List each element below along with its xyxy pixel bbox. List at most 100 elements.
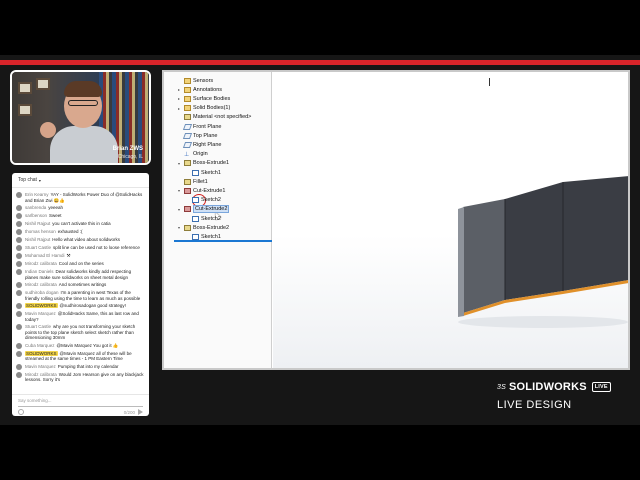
chat-message-list[interactable]: Erin Kearny YAY - SolidWorks Power Duo of… — [12, 188, 149, 394]
tree-item-label: Surface Bodies — [193, 95, 231, 102]
send-icon[interactable] — [138, 409, 143, 415]
model-front-face[interactable] — [505, 176, 629, 300]
chat-message: Mirodz calibrata Would Jom Hearson give o… — [16, 371, 145, 383]
model-fillet — [458, 207, 464, 317]
tree-item[interactable]: ▸ Solid Bodies(1) — [178, 104, 230, 113]
tree-item[interactable]: ▸ Annotations — [178, 85, 222, 94]
chat-text: @sudhirosadogan good strategy! — [59, 303, 126, 308]
chat-author[interactable]: Nishil Rajput — [25, 237, 50, 242]
chat-author[interactable]: Stuart Castle — [25, 245, 51, 250]
avatar-icon[interactable] — [16, 342, 22, 349]
chat-message: Stuart Castle split line can be used not … — [16, 245, 145, 251]
avatar-icon[interactable] — [16, 282, 22, 288]
chat-author[interactable]: Nishil Rajput — [25, 221, 50, 226]
tree-item[interactable]: Sketch2 — [186, 196, 221, 205]
avatar-icon[interactable] — [16, 350, 22, 357]
chat-author[interactable]: thomas henson — [25, 229, 56, 234]
tree-item[interactable]: ▾ Cut-Extrude1 — [178, 186, 225, 195]
tree-item[interactable]: Sketch1 — [186, 232, 221, 241]
avatar-icon[interactable] — [16, 205, 22, 211]
avatar-icon[interactable] — [16, 245, 22, 251]
chat-author[interactable]: Mavin Marquez — [25, 311, 56, 316]
chat-author[interactable]: Indian Daniels — [25, 269, 54, 274]
avatar-icon[interactable] — [16, 371, 22, 378]
avatar-icon[interactable] — [16, 229, 22, 235]
graphics-area[interactable] — [273, 72, 630, 368]
chat-author[interactable]: SOLIDWORKS — [25, 303, 58, 308]
tree-item-label: Cut-Extrude2 — [193, 205, 230, 214]
avatar-icon[interactable] — [16, 311, 22, 317]
chat-message: Mirodz calibrata And sometimes writings — [16, 282, 145, 288]
tree-item[interactable]: ▸ Surface Bodies — [178, 94, 230, 103]
chat-author[interactable]: Cuba Marquez — [25, 343, 55, 348]
chat-text: yeeeah — [48, 205, 64, 210]
chat-author[interactable]: Mavin Marquez — [25, 364, 56, 369]
tree-item[interactable]: Fillet1 — [178, 177, 208, 186]
avatar-icon[interactable] — [16, 303, 22, 309]
model-side-face[interactable] — [463, 199, 505, 313]
chat-message: sudhiroba dogan I'm a parenting in west T… — [16, 290, 145, 301]
chat-author[interactable]: Stuart Castle — [25, 324, 51, 329]
chat-author[interactable]: sarlbenson — [25, 213, 47, 218]
wall-frame — [18, 82, 32, 94]
tree-item-label: Boss-Extrude1 — [193, 160, 230, 167]
avatar-icon[interactable] — [16, 324, 22, 330]
presenter-hair — [64, 81, 102, 97]
chat-message: Cuba Marquez @Mavin Marquez You got it 👍 — [16, 342, 145, 349]
chat-author[interactable]: Mohamad El Hamdi — [25, 253, 65, 258]
chat-text: ⚒ — [66, 253, 71, 258]
chevron-down-icon[interactable]: ▾ — [39, 178, 41, 183]
chat-mode-label[interactable]: Top chat — [18, 177, 37, 183]
tree-item[interactable]: Sketch1 — [186, 168, 221, 177]
avatar-icon[interactable] — [16, 253, 22, 259]
chat-message: Nishil Rajput you can't activate this in … — [16, 221, 145, 227]
chat-author[interactable]: Mirodz calibrata — [25, 372, 57, 377]
chat-author[interactable]: sanbrenda — [25, 205, 46, 210]
tree-item[interactable]: ▾ Cut-Extrude2 — [178, 205, 230, 214]
chat-message: SOLIDWORKS @Mavin Marquez all of these wi… — [16, 350, 145, 362]
emoji-icon[interactable] — [18, 409, 24, 415]
tree-item[interactable]: ▾ Boss-Extrude1 — [178, 159, 229, 168]
plane-icon — [182, 123, 193, 130]
avatar-icon[interactable] — [16, 261, 22, 267]
tree-item[interactable]: ⊥ Origin — [178, 150, 208, 159]
tree-item-label: Annotations — [193, 86, 223, 93]
avatar-icon[interactable] — [16, 237, 22, 243]
show-title: LIVE DESIGN — [497, 399, 572, 411]
tree-item[interactable]: Top Plane — [178, 131, 217, 140]
avatar-icon[interactable] — [16, 290, 22, 296]
chat-author[interactable]: Mirodz calibrata — [25, 282, 57, 287]
solidworks-window: Sensors ▸ Annotations ▸ Surface Bodies ▸ Solid… — [162, 70, 630, 370]
chat-author[interactable]: sudhiroba dogan — [25, 290, 59, 295]
model-view[interactable] — [273, 72, 630, 368]
avatar-icon[interactable] — [16, 269, 22, 275]
presenter-name: Brian ZWS — [112, 146, 143, 152]
tree-item[interactable]: ▾ Boss-Extrude2 — [178, 223, 229, 232]
avatar-icon[interactable] — [16, 221, 22, 227]
chat-message: Erin Kearny YAY - SolidWorks Power Duo of… — [16, 192, 145, 203]
chat-header[interactable]: Top chat ▾ — [12, 173, 149, 188]
cut-extrude-icon — [184, 187, 191, 194]
chat-message: Mirodz calibrata Cool and on the series — [16, 261, 145, 267]
avatar-icon[interactable] — [16, 363, 22, 370]
feature-manager-tree[interactable]: Sensors ▸ Annotations ▸ Surface Bodies ▸ Solid… — [164, 72, 272, 368]
tree-item[interactable]: Material <not specified> — [178, 113, 251, 122]
avatar-icon[interactable] — [16, 213, 22, 219]
chat-author[interactable]: SOLIDWORKS — [25, 350, 58, 356]
tree-item[interactable]: Right Plane — [178, 140, 221, 149]
chat-input[interactable]: Say something... — [18, 398, 143, 407]
tree-item[interactable]: Front Plane — [178, 122, 221, 131]
chat-author[interactable]: Erin Kearny — [25, 192, 49, 197]
avatar-icon[interactable] — [16, 192, 22, 198]
tree-item-label: Top Plane — [193, 132, 218, 139]
chat-author[interactable]: Mirodz calibrata — [25, 261, 57, 266]
folder-icon — [184, 95, 191, 102]
tree-item-label: Sketch1 — [201, 233, 221, 240]
wall-frame — [18, 104, 32, 116]
presenter-webcam: Brian ZWS Chicago, IL — [10, 70, 151, 165]
tree-item[interactable]: Sketch2 — [186, 214, 221, 223]
tree-item[interactable]: Sensors — [178, 76, 213, 85]
tree-item-label: Sensors — [193, 77, 214, 84]
chat-text: split line can be used not to loose refe… — [53, 245, 140, 250]
sketch-icon — [192, 169, 199, 176]
